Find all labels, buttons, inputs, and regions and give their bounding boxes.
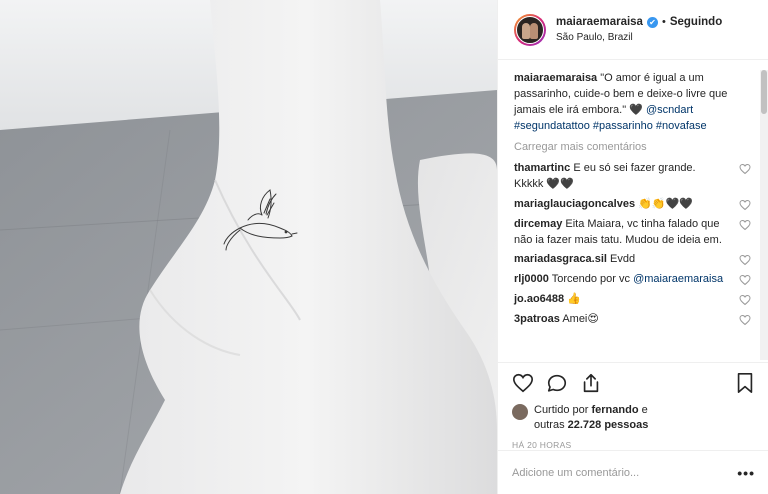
- comment-item: thamartinc E eu só sei fazer grande. Kkk…: [514, 161, 753, 193]
- comment-username[interactable]: mariaglauciagoncalves: [514, 198, 635, 210]
- post-caption: maiaraemaraisa "O amor é igual a um pass…: [514, 71, 753, 135]
- location-link[interactable]: São Paulo, Brazil: [556, 31, 722, 45]
- comment-username[interactable]: jo.ao6488: [514, 293, 564, 305]
- comment-text: Amei😍: [562, 313, 599, 326]
- bookmark-icon[interactable]: [735, 372, 755, 394]
- verified-badge-icon: ✔: [646, 17, 658, 29]
- post-actions: Curtido por fernando e outras 22.728 pes…: [498, 362, 768, 450]
- add-comment-bar: •••: [498, 450, 768, 494]
- comment-heart-icon[interactable]: [739, 274, 751, 286]
- scroll-thumb[interactable]: [761, 70, 767, 114]
- likes-middle: e: [638, 404, 648, 416]
- liker-username[interactable]: fernando: [591, 404, 638, 416]
- header-username[interactable]: maiaraemaraisa: [556, 15, 643, 31]
- instagram-post: maiaraemaraisa ✔ • Seguindo São Paulo, B…: [0, 0, 768, 494]
- comment-text: Evdd: [610, 253, 636, 266]
- comment-heart-icon[interactable]: [739, 199, 751, 211]
- following-button[interactable]: Seguindo: [670, 15, 722, 31]
- comment-text: Torcendo por vc: [551, 273, 630, 286]
- comments-scrollbar[interactable]: [760, 70, 768, 360]
- likes-text: Curtido por fernando e outras 22.728 pes…: [534, 403, 648, 434]
- likes-summary: Curtido por fernando e outras 22.728 pes…: [512, 403, 755, 434]
- more-options-icon[interactable]: •••: [737, 465, 755, 481]
- comment-username[interactable]: dircemay: [514, 218, 562, 230]
- profile-avatar[interactable]: [514, 13, 546, 46]
- comment-heart-icon[interactable]: [739, 163, 751, 175]
- comment-username[interactable]: rlj0000: [514, 273, 549, 285]
- caption-mention[interactable]: @scndart: [646, 104, 693, 116]
- add-comment-input[interactable]: [512, 466, 738, 479]
- comment-heart-icon[interactable]: [739, 219, 751, 231]
- comment-mention[interactable]: @maiaraemaraisa: [633, 273, 723, 285]
- comments-section[interactable]: maiaraemaraisa "O amor é igual a um pass…: [498, 61, 768, 357]
- liker-avatar[interactable]: [512, 404, 528, 420]
- ankle-tattoo-photo: [0, 0, 497, 494]
- comment-item: mariadasgraca.sil Evdd: [514, 252, 753, 268]
- comment-item: mariaglauciagoncalves 👏👏🖤🖤: [514, 197, 753, 213]
- comment-username[interactable]: 3patroas: [514, 313, 560, 325]
- load-more-comments[interactable]: Carregar mais comentários: [514, 141, 753, 153]
- post-header: maiaraemaraisa ✔ • Seguindo São Paulo, B…: [498, 0, 768, 60]
- post-side-panel: maiaraemaraisa ✔ • Seguindo São Paulo, B…: [497, 0, 768, 494]
- comment-username[interactable]: mariadasgraca.sil: [514, 253, 607, 265]
- action-buttons-row: [512, 369, 755, 397]
- comment-heart-icon[interactable]: [739, 294, 751, 306]
- likes-count[interactable]: 22.728 pessoas: [568, 419, 649, 431]
- comment-username[interactable]: thamartinc: [514, 162, 570, 174]
- comment-heart-icon[interactable]: [739, 254, 751, 266]
- likes-rest: outras: [534, 419, 568, 432]
- header-text: maiaraemaraisa ✔ • Seguindo São Paulo, B…: [556, 15, 722, 44]
- likes-prefix: Curtido por: [534, 404, 592, 416]
- comment-icon[interactable]: [546, 372, 568, 394]
- comment-item: rlj0000 Torcendo por vc @maiaraemaraisa: [514, 272, 753, 288]
- separator-dot: •: [661, 16, 666, 29]
- heart-icon[interactable]: [512, 372, 534, 394]
- comment-item: 3patroas Amei😍: [514, 312, 753, 328]
- comment-item: jo.ao6488 👍: [514, 292, 753, 308]
- share-icon[interactable]: [580, 372, 602, 394]
- caption-username[interactable]: maiaraemaraisa: [514, 72, 597, 84]
- caption-hashtags[interactable]: #segundatattoo #passarinho #novafase: [514, 120, 707, 132]
- post-timestamp[interactable]: HÁ 20 HORAS: [512, 440, 755, 450]
- comment-text: 👏👏🖤🖤: [638, 197, 693, 210]
- comment-heart-icon[interactable]: [739, 314, 751, 326]
- post-photo[interactable]: [0, 0, 497, 494]
- comment-text: 👍: [567, 293, 581, 306]
- comment-item: dircemay Eita Maiara, vc tinha falado qu…: [514, 217, 753, 249]
